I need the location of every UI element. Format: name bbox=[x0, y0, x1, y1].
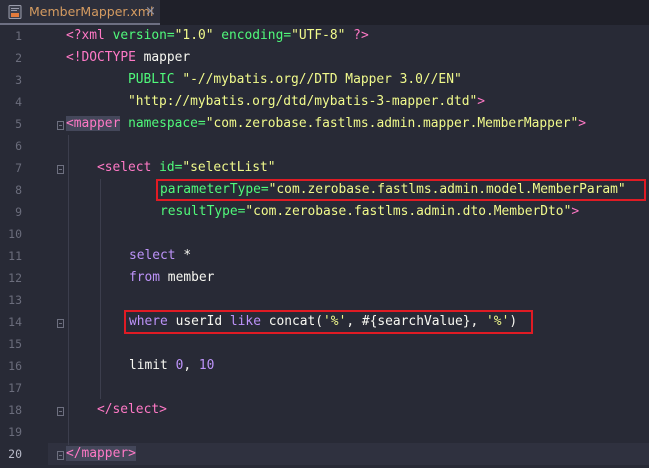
line-number: 20 bbox=[8, 447, 22, 461]
line-number: 17 bbox=[8, 381, 22, 395]
line-number: 8 bbox=[15, 183, 22, 197]
code-line-3: PUBLIC "-//mybatis.org//DTD Mapper 3.0//… bbox=[128, 72, 462, 87]
indent-guide bbox=[68, 135, 69, 445]
line-number: 5 bbox=[15, 117, 22, 131]
line-number: 7 bbox=[15, 161, 22, 175]
where-clause-highlight-box bbox=[124, 310, 533, 334]
xml-file-icon bbox=[8, 5, 22, 19]
line-number: 3 bbox=[15, 73, 22, 87]
code-line-9: resultType="com.zerobase.fastlms.admin.d… bbox=[160, 204, 580, 219]
fold-marker[interactable] bbox=[57, 121, 64, 130]
code-line-2: <!DOCTYPE mapper bbox=[66, 50, 191, 65]
parameter-type-highlight-box bbox=[156, 179, 646, 201]
fold-marker[interactable] bbox=[57, 451, 64, 460]
editor-tab-bar: MemberMapper.xml × bbox=[0, 0, 649, 26]
line-number: 2 bbox=[15, 51, 22, 65]
code-line-5: <mapper namespace="com.zerobase.fastlms.… bbox=[66, 116, 586, 131]
ide-window: MemberMapper.xml × 1 2 3 4 5 6 7 8 9 10 11 12 13 14 15… bbox=[0, 0, 649, 468]
code-line-4: "http://mybatis.org/dtd/mybatis-3-mapper… bbox=[128, 94, 486, 109]
code-editor[interactable]: 1 2 3 4 5 6 7 8 9 10 11 12 13 14 15 16 17 18 19 20 <?xml ve… bbox=[0, 25, 649, 468]
indent-guide bbox=[100, 179, 101, 399]
line-number: 1 bbox=[15, 29, 22, 43]
line-number: 12 bbox=[8, 271, 22, 285]
line-number-gutter: 1 2 3 4 5 6 7 8 9 10 11 12 13 14 15 16 17 18 19 20 bbox=[0, 25, 48, 468]
line-number: 19 bbox=[8, 425, 22, 439]
line-number: 9 bbox=[15, 205, 22, 219]
code-line-11: select * bbox=[129, 248, 192, 263]
fold-marker[interactable] bbox=[57, 407, 64, 416]
fold-marker[interactable] bbox=[57, 319, 64, 328]
line-number: 4 bbox=[15, 95, 22, 109]
code-line-12: from member bbox=[129, 270, 215, 285]
line-number: 18 bbox=[8, 403, 22, 417]
code-line-16: limit 0, 10 bbox=[129, 358, 215, 373]
close-icon[interactable]: × bbox=[145, 4, 156, 19]
line-number: 13 bbox=[8, 293, 22, 307]
line-number: 14 bbox=[8, 315, 22, 329]
code-line-18: </select> bbox=[97, 402, 167, 417]
code-line-7: <select id="selectList" bbox=[97, 160, 276, 175]
line-number: 15 bbox=[8, 337, 22, 351]
code-line-1: <?xml version="1.0" encoding="UTF-8" ?> bbox=[66, 28, 369, 43]
line-number: 10 bbox=[8, 227, 22, 241]
line-number: 11 bbox=[8, 249, 22, 263]
tab-filename: MemberMapper.xml bbox=[29, 4, 154, 19]
mapper-open-tag: <mapper bbox=[66, 116, 121, 131]
line-number: 6 bbox=[15, 139, 22, 153]
line-number: 16 bbox=[8, 359, 22, 373]
mapper-close-tag: </mapper bbox=[66, 446, 129, 461]
code-line-20: </mapper> bbox=[66, 446, 136, 461]
tab-membermapper-xml[interactable]: MemberMapper.xml × bbox=[0, 0, 160, 25]
fold-marker[interactable] bbox=[57, 165, 64, 174]
